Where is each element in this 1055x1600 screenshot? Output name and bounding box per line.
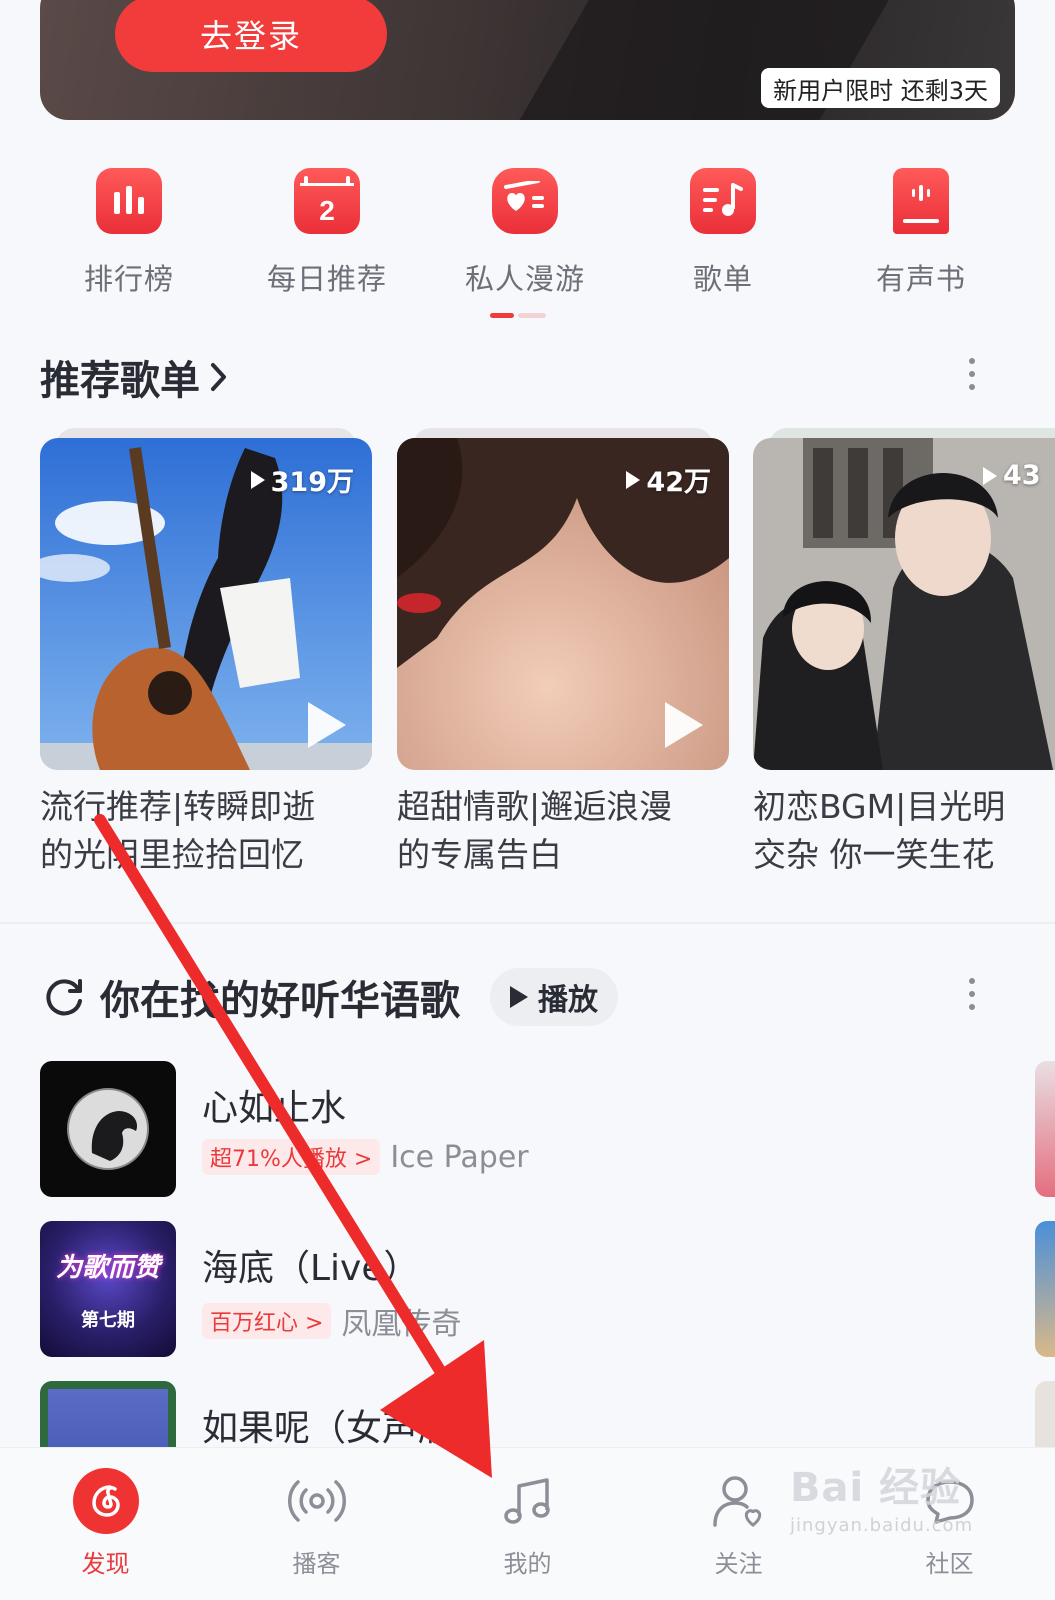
chart-bars-icon xyxy=(96,168,162,234)
play-icon[interactable] xyxy=(665,702,703,748)
album-art-subtext: 第七期 xyxy=(81,1309,135,1331)
nav-label: 关注 xyxy=(714,1550,763,1578)
nav-label: 发现 xyxy=(81,1550,130,1578)
play-icon[interactable] xyxy=(308,702,346,748)
shortcut-row: 排行榜 2 每日推荐 私人漫游 歌单 有声书 xyxy=(30,168,1030,298)
more-options-icon[interactable] xyxy=(967,358,977,390)
playlist-title: 流行推荐|转瞬即逝 的光阴里捡拾回忆 xyxy=(40,787,316,874)
play-icon xyxy=(510,986,528,1008)
recommended-header[interactable]: 推荐歌单 xyxy=(40,348,230,406)
song-artist: 凤凰传奇 xyxy=(341,1307,462,1342)
nav-mine[interactable]: 我的 xyxy=(422,1448,633,1600)
shortcut-daily[interactable]: 2 每日推荐 xyxy=(228,168,426,298)
baidu-watermark: Bai 经验 jingyan.baidu.com xyxy=(790,1465,974,1536)
songs-header: 你在找的好听华语歌 播放 xyxy=(42,968,618,1026)
shortcut-audiobook[interactable]: 有声书 xyxy=(822,168,1020,298)
playlist-cover: 319万 xyxy=(40,438,372,770)
section-divider xyxy=(0,922,1055,924)
section-title: 推荐歌单 xyxy=(40,358,200,404)
audiobook-icon xyxy=(893,168,949,234)
playlist-icon xyxy=(690,168,756,234)
vip-banner[interactable]: 去登录 新用户限时 还剩3天 xyxy=(40,0,1015,120)
nav-label: 社区 xyxy=(925,1550,974,1578)
album-art-text: 为歌而赞 xyxy=(55,1252,160,1283)
song-artist: Ice Paper xyxy=(390,1139,529,1175)
radio-heart-icon xyxy=(492,168,558,234)
song-title: 海底（Live） xyxy=(202,1248,420,1289)
play-all-button[interactable]: 播放 xyxy=(490,968,618,1026)
calendar-badge: 2 xyxy=(319,195,335,226)
playlist-title: 超甜情歌|邂逅浪漫 的专属告白 xyxy=(397,787,673,874)
album-art: 为歌而赞 第七期 xyxy=(40,1221,176,1357)
broadcast-icon xyxy=(284,1468,350,1534)
shortcut-label: 私人漫游 xyxy=(464,262,585,296)
shortcut-roam[interactable]: 私人漫游 xyxy=(426,168,624,298)
login-button[interactable]: 去登录 xyxy=(115,0,387,72)
play-count: 319万 xyxy=(250,460,354,499)
song-row[interactable]: 为歌而赞 第七期 海底（Live） 百万红心 > 凤凰传奇 xyxy=(40,1221,1055,1357)
shortcut-label: 每日推荐 xyxy=(266,262,387,296)
song-tag[interactable]: 百万红心 > xyxy=(202,1303,332,1339)
song-tag[interactable]: 超71%人播放 > xyxy=(202,1139,381,1175)
playlist-cover: 43 xyxy=(753,438,1055,770)
play-count: 43 xyxy=(983,460,1041,491)
shortcut-charts[interactable]: 排行榜 xyxy=(30,168,228,298)
play-count: 42万 xyxy=(626,460,711,499)
section-title: 你在找的好听华语歌 xyxy=(100,978,460,1024)
song-row[interactable]: 心如止水 超71%人播放 > Ice Paper xyxy=(40,1061,1055,1197)
nav-podcast[interactable]: 播客 xyxy=(211,1448,422,1600)
follow-user-icon xyxy=(706,1468,772,1534)
chevron-right-icon xyxy=(211,363,226,391)
carousel-indicator xyxy=(490,313,546,318)
shortcut-playlist[interactable]: 歌单 xyxy=(624,168,822,298)
shortcut-label: 有声书 xyxy=(875,262,966,296)
nav-label: 我的 xyxy=(503,1550,552,1578)
more-options-icon[interactable] xyxy=(967,978,977,1010)
music-note-icon xyxy=(495,1468,561,1534)
netease-logo-icon xyxy=(72,1468,139,1534)
song-title: 心如止水 xyxy=(202,1088,347,1129)
playlist-carousel: 319万 流行推荐|转瞬即逝 的光阴里捡拾回忆 42万 超甜情歌|邂逅浪漫 的专… xyxy=(40,428,1055,888)
album-art xyxy=(40,1061,176,1197)
next-card-peek xyxy=(1035,1061,1055,1197)
nav-discover[interactable]: 发现 xyxy=(0,1448,211,1600)
refresh-icon[interactable] xyxy=(42,975,86,1019)
playlist-cover: 42万 xyxy=(397,438,729,770)
song-title: 如果呢（女声版） xyxy=(202,1408,491,1449)
next-card-peek xyxy=(1035,1221,1055,1357)
promo-badge: 新用户限时 还剩3天 xyxy=(761,68,1000,108)
nav-label: 播客 xyxy=(292,1550,341,1578)
shortcut-label: 排行榜 xyxy=(83,262,174,296)
playlist-title: 初恋BGM|目光明 交杂 你一笑生花 xyxy=(753,787,1006,874)
calendar-icon: 2 xyxy=(294,168,360,234)
shortcut-label: 歌单 xyxy=(692,262,753,296)
